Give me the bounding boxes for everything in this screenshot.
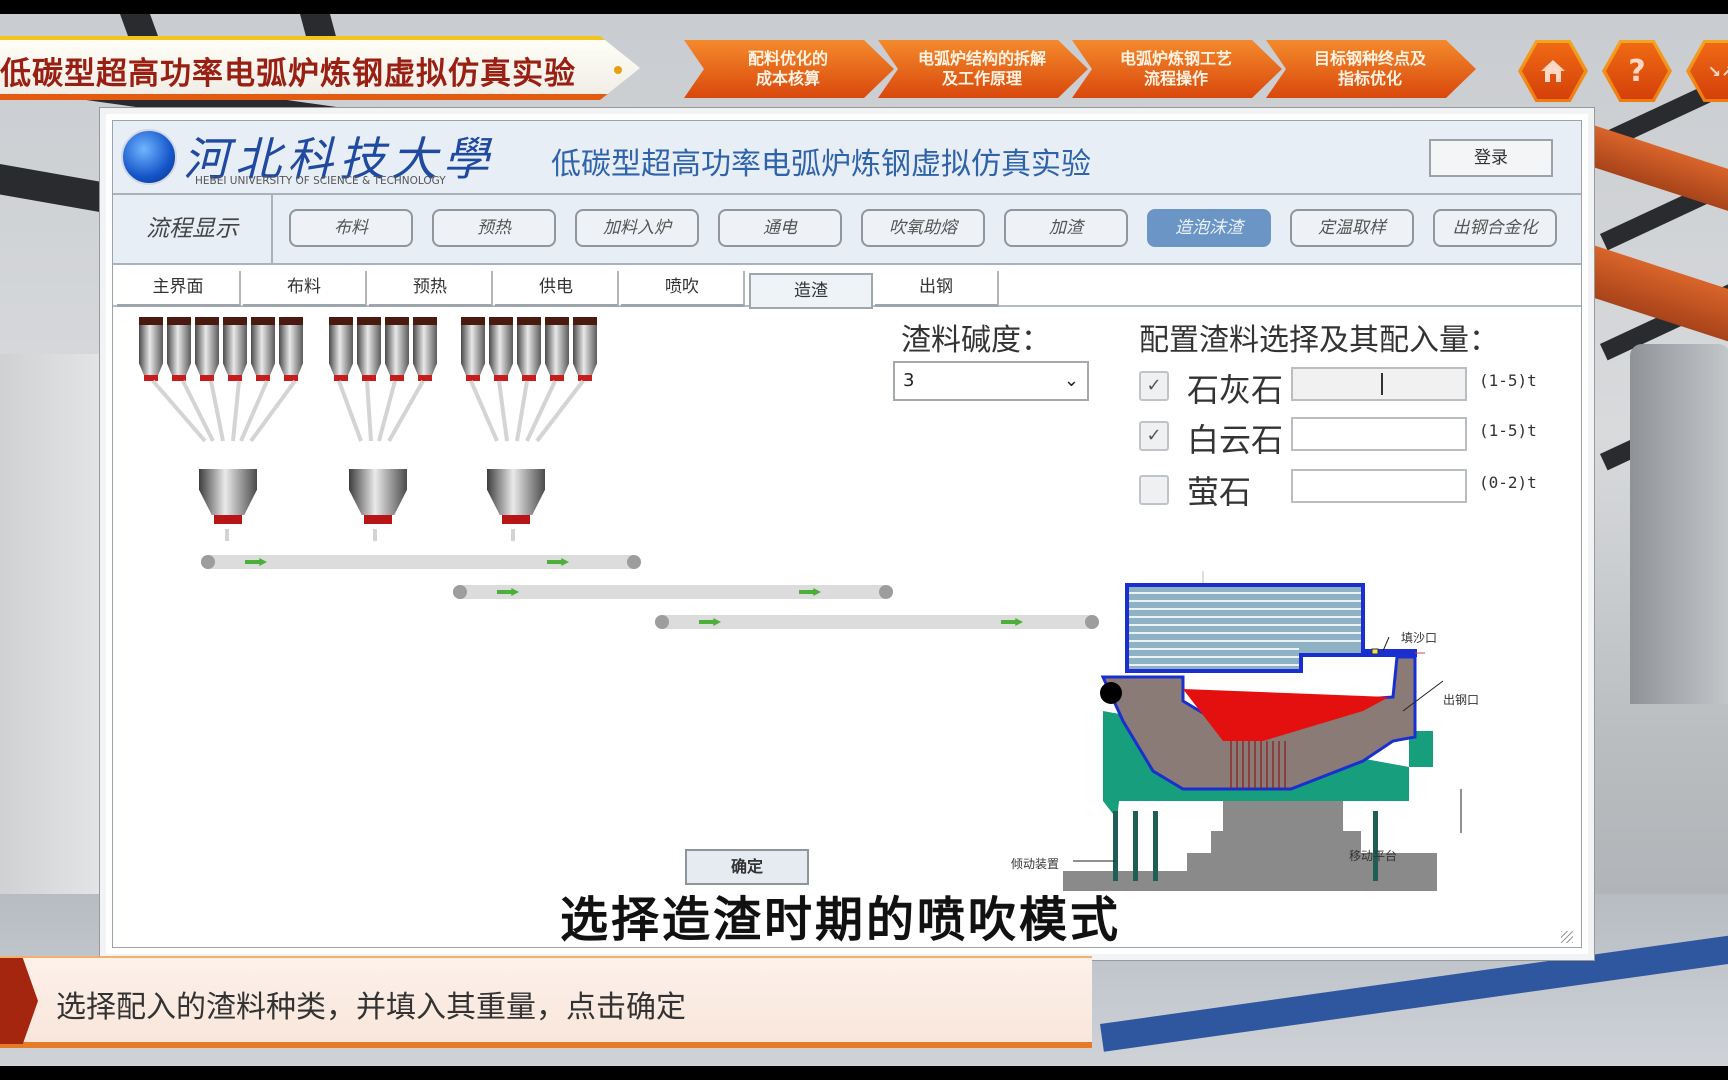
text-cursor (1381, 373, 1383, 395)
chevron-down-icon: ⌄ (1063, 370, 1079, 391)
nav-step-line: 电弧炉结构的拆解 (917, 49, 1046, 68)
instruction-text: 选择配入的渣料种类，并填入其重量，点击确定 (56, 990, 686, 1025)
nav-step-line: 指标优化 (1337, 69, 1402, 88)
simulation-panel: 河北科技大學 HEBEI UNIVERSITY OF SCIENCE & TEC… (100, 108, 1594, 960)
title-banner: 低碳型超高功率电弧炉炼钢虚拟仿真实验 (0, 36, 640, 100)
conveyor-belt (201, 555, 641, 569)
basicity-label: 渣料碱度： (901, 323, 1051, 358)
hopper-outlet (214, 515, 242, 524)
conveyor-belt (655, 615, 1099, 629)
fluorite-label: 萤石 (1187, 473, 1252, 511)
feeding-diagram (113, 121, 1113, 721)
moving-platform-label: 移动平台 (1349, 849, 1398, 863)
fluorite-checkbox[interactable] (1139, 475, 1169, 505)
hopper-outlet (364, 515, 392, 524)
question-icon: ? (1628, 53, 1646, 89)
nav-step-process-operation[interactable]: 电弧炉炼钢工艺 流程操作 (1072, 40, 1282, 98)
dolomite-amount-input[interactable] (1291, 417, 1467, 451)
flow-step-tapping-alloying[interactable]: 出钢合金化 (1433, 209, 1557, 247)
fluorite-amount-input[interactable] (1291, 469, 1467, 503)
nav-step-line: 流程操作 (1143, 69, 1208, 88)
nav-step-target-optimization[interactable]: 目标钢种终点及 指标优化 (1266, 40, 1476, 98)
fluorite-range: (0-2)t (1479, 473, 1537, 492)
check-icon: ✓ (1146, 425, 1162, 446)
hint-arrow-icon (0, 958, 38, 1044)
basicity-select[interactable]: 3 ⌄ (893, 361, 1089, 401)
flow-step-foamy-slag[interactable]: 造泡沫渣 (1147, 209, 1271, 247)
limestone-amount-input[interactable] (1291, 367, 1467, 401)
video-subtitle: 选择造渣时期的喷吹模式 (560, 892, 1122, 948)
furnace-roof (1125, 583, 1425, 673)
limestone-checkbox[interactable]: ✓ (1139, 371, 1169, 401)
slag-config-label: 配置渣料选择及其配入量： (1139, 323, 1499, 358)
resize-grip[interactable] (1561, 931, 1573, 943)
nav-step-furnace-structure[interactable]: 电弧炉结构的拆解 及工作原理 (878, 40, 1088, 98)
flow-step-temp-sampling[interactable]: 定温取样 (1290, 209, 1414, 247)
hopper-outlet (502, 515, 530, 524)
furnace-cross-section (1063, 571, 1462, 891)
tilt-device-label: 倾动装置 (1011, 857, 1060, 871)
sand-port-label: 填沙口 (1401, 631, 1438, 645)
tap-hole-label: 出钢口 (1443, 693, 1480, 707)
nav-step-line: 及工作原理 (941, 69, 1022, 88)
nav-step-line: 目标钢种终点及 (1313, 49, 1426, 68)
dolomite-range: (1-5)t (1479, 421, 1537, 440)
nav-step-cost-accounting[interactable]: 配料优化的 成本核算 (684, 40, 894, 98)
check-icon: ✓ (1146, 375, 1162, 396)
dolomite-checkbox[interactable]: ✓ (1139, 421, 1169, 451)
banner-dot (614, 66, 622, 74)
home-icon (1541, 60, 1565, 82)
login-button[interactable]: 登录 (1429, 139, 1553, 177)
dolomite-label: 白云石 (1187, 421, 1284, 459)
banner-title: 低碳型超高功率电弧炉炼钢虚拟仿真实验 (0, 56, 576, 92)
nav-step-line: 配料优化的 (747, 49, 828, 68)
basicity-value: 3 (903, 370, 915, 391)
instruction-hint-bar: 选择配入的渣料种类，并填入其重量，点击确定 (0, 956, 1092, 1048)
collapse-arrows-icon: ↘↗ (1707, 61, 1728, 81)
nav-step-line: 电弧炉炼钢工艺 (1119, 49, 1232, 68)
limestone-label: 石灰石 (1187, 371, 1284, 409)
conveyor-belt (453, 585, 893, 599)
limestone-range: (1-5)t (1479, 371, 1537, 390)
nav-step-line: 成本核算 (755, 69, 820, 88)
